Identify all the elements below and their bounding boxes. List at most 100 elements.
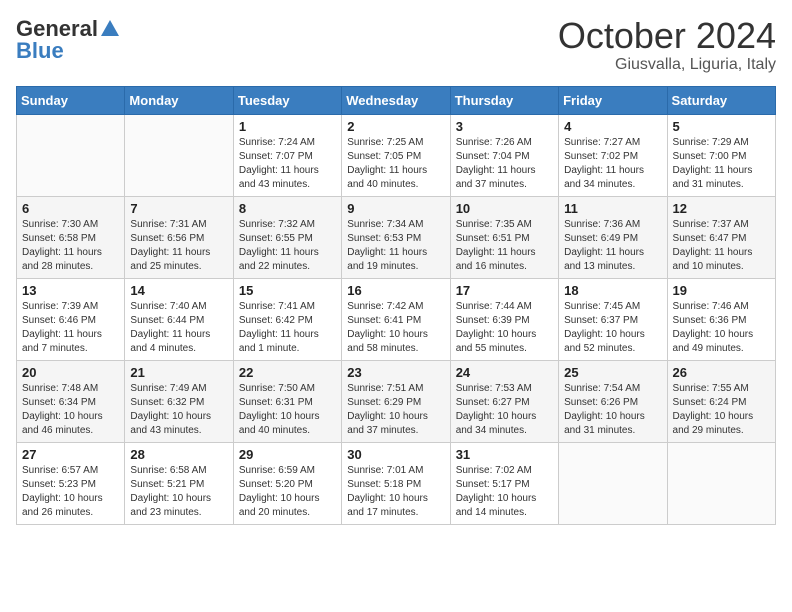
calendar-body: 1 Sunrise: 7:24 AM Sunset: 7:07 PM Dayli… <box>17 114 776 524</box>
cell-sunrise: Sunrise: 7:26 AM <box>456 137 532 148</box>
day-number: 31 <box>456 447 553 462</box>
day-number: 24 <box>456 365 553 380</box>
day-number: 3 <box>456 119 553 134</box>
cell-sunrise: Sunrise: 7:34 AM <box>347 219 423 230</box>
header-tuesday: Tuesday <box>233 86 341 114</box>
header-row: Sunday Monday Tuesday Wednesday Thursday… <box>17 86 776 114</box>
calendar-cell: 4 Sunrise: 7:27 AM Sunset: 7:02 PM Dayli… <box>559 114 667 196</box>
cell-sunset: Sunset: 6:44 PM <box>130 315 204 326</box>
header-sunday: Sunday <box>17 86 125 114</box>
cell-sunset: Sunset: 7:07 PM <box>239 151 313 162</box>
cell-daylight: Daylight: 10 hours and 31 minutes. <box>564 411 645 436</box>
cell-sunrise: Sunrise: 7:35 AM <box>456 219 532 230</box>
cell-daylight: Daylight: 11 hours and 4 minutes. <box>130 329 210 354</box>
calendar-cell: 27 Sunrise: 6:57 AM Sunset: 5:23 PM Dayl… <box>17 442 125 524</box>
cell-sunset: Sunset: 6:26 PM <box>564 397 638 408</box>
cell-sunrise: Sunrise: 7:55 AM <box>673 383 749 394</box>
cell-sunset: Sunset: 6:37 PM <box>564 315 638 326</box>
day-number: 25 <box>564 365 661 380</box>
calendar-cell: 14 Sunrise: 7:40 AM Sunset: 6:44 PM Dayl… <box>125 278 233 360</box>
calendar-cell <box>17 114 125 196</box>
calendar-cell <box>559 442 667 524</box>
cell-sunrise: Sunrise: 7:01 AM <box>347 465 423 476</box>
cell-sunrise: Sunrise: 7:25 AM <box>347 137 423 148</box>
cell-daylight: Daylight: 11 hours and 22 minutes. <box>239 247 319 272</box>
week-row-0: 1 Sunrise: 7:24 AM Sunset: 7:07 PM Dayli… <box>17 114 776 196</box>
cell-daylight: Daylight: 10 hours and 14 minutes. <box>456 493 537 518</box>
calendar-header: Sunday Monday Tuesday Wednesday Thursday… <box>17 86 776 114</box>
week-row-2: 13 Sunrise: 7:39 AM Sunset: 6:46 PM Dayl… <box>17 278 776 360</box>
cell-sunset: Sunset: 7:00 PM <box>673 151 747 162</box>
day-number: 2 <box>347 119 444 134</box>
cell-daylight: Daylight: 10 hours and 40 minutes. <box>239 411 320 436</box>
cell-sunset: Sunset: 6:49 PM <box>564 233 638 244</box>
cell-daylight: Daylight: 10 hours and 29 minutes. <box>673 411 754 436</box>
calendar-cell: 18 Sunrise: 7:45 AM Sunset: 6:37 PM Dayl… <box>559 278 667 360</box>
calendar-cell: 28 Sunrise: 6:58 AM Sunset: 5:21 PM Dayl… <box>125 442 233 524</box>
title-area: October 2024 Giusvalla, Liguria, Italy <box>558 16 776 74</box>
cell-sunset: Sunset: 6:41 PM <box>347 315 421 326</box>
header: General Blue October 2024 Giusvalla, Lig… <box>16 16 776 74</box>
location-title: Giusvalla, Liguria, Italy <box>558 56 776 74</box>
cell-sunrise: Sunrise: 7:37 AM <box>673 219 749 230</box>
day-number: 8 <box>239 201 336 216</box>
cell-sunset: Sunset: 6:31 PM <box>239 397 313 408</box>
calendar-cell: 11 Sunrise: 7:36 AM Sunset: 6:49 PM Dayl… <box>559 196 667 278</box>
week-row-4: 27 Sunrise: 6:57 AM Sunset: 5:23 PM Dayl… <box>17 442 776 524</box>
day-number: 30 <box>347 447 444 462</box>
cell-sunset: Sunset: 6:36 PM <box>673 315 747 326</box>
calendar-cell: 30 Sunrise: 7:01 AM Sunset: 5:18 PM Dayl… <box>342 442 450 524</box>
calendar-cell: 13 Sunrise: 7:39 AM Sunset: 6:46 PM Dayl… <box>17 278 125 360</box>
day-number: 22 <box>239 365 336 380</box>
day-number: 20 <box>22 365 119 380</box>
day-number: 15 <box>239 283 336 298</box>
calendar-cell: 3 Sunrise: 7:26 AM Sunset: 7:04 PM Dayli… <box>450 114 558 196</box>
cell-sunrise: Sunrise: 7:30 AM <box>22 219 98 230</box>
cell-sunrise: Sunrise: 7:41 AM <box>239 301 315 312</box>
cell-sunset: Sunset: 7:05 PM <box>347 151 421 162</box>
logo: General Blue <box>16 16 122 64</box>
cell-sunrise: Sunrise: 7:49 AM <box>130 383 206 394</box>
cell-sunrise: Sunrise: 7:40 AM <box>130 301 206 312</box>
day-number: 4 <box>564 119 661 134</box>
cell-daylight: Daylight: 10 hours and 26 minutes. <box>22 493 103 518</box>
cell-sunrise: Sunrise: 7:42 AM <box>347 301 423 312</box>
cell-sunset: Sunset: 6:56 PM <box>130 233 204 244</box>
day-number: 17 <box>456 283 553 298</box>
cell-sunrise: Sunrise: 6:58 AM <box>130 465 206 476</box>
day-number: 11 <box>564 201 661 216</box>
cell-sunrise: Sunrise: 7:24 AM <box>239 137 315 148</box>
cell-sunrise: Sunrise: 7:48 AM <box>22 383 98 394</box>
cell-daylight: Daylight: 10 hours and 55 minutes. <box>456 329 537 354</box>
day-number: 27 <box>22 447 119 462</box>
cell-sunset: Sunset: 6:55 PM <box>239 233 313 244</box>
calendar-table: Sunday Monday Tuesday Wednesday Thursday… <box>16 86 776 525</box>
cell-sunset: Sunset: 5:18 PM <box>347 479 421 490</box>
day-number: 10 <box>456 201 553 216</box>
cell-sunset: Sunset: 6:27 PM <box>456 397 530 408</box>
day-number: 21 <box>130 365 227 380</box>
cell-sunrise: Sunrise: 6:57 AM <box>22 465 98 476</box>
header-wednesday: Wednesday <box>342 86 450 114</box>
logo-icon <box>99 18 121 40</box>
calendar-cell: 9 Sunrise: 7:34 AM Sunset: 6:53 PM Dayli… <box>342 196 450 278</box>
calendar-cell: 31 Sunrise: 7:02 AM Sunset: 5:17 PM Dayl… <box>450 442 558 524</box>
cell-sunrise: Sunrise: 7:54 AM <box>564 383 640 394</box>
day-number: 13 <box>22 283 119 298</box>
cell-sunrise: Sunrise: 7:39 AM <box>22 301 98 312</box>
cell-daylight: Daylight: 10 hours and 23 minutes. <box>130 493 211 518</box>
calendar-cell: 20 Sunrise: 7:48 AM Sunset: 6:34 PM Dayl… <box>17 360 125 442</box>
cell-sunrise: Sunrise: 7:27 AM <box>564 137 640 148</box>
day-number: 1 <box>239 119 336 134</box>
cell-daylight: Daylight: 11 hours and 37 minutes. <box>456 165 536 190</box>
header-saturday: Saturday <box>667 86 775 114</box>
cell-sunset: Sunset: 5:20 PM <box>239 479 313 490</box>
cell-sunset: Sunset: 6:58 PM <box>22 233 96 244</box>
cell-sunset: Sunset: 6:51 PM <box>456 233 530 244</box>
calendar-cell: 7 Sunrise: 7:31 AM Sunset: 6:56 PM Dayli… <box>125 196 233 278</box>
calendar-cell: 1 Sunrise: 7:24 AM Sunset: 7:07 PM Dayli… <box>233 114 341 196</box>
cell-daylight: Daylight: 10 hours and 37 minutes. <box>347 411 428 436</box>
cell-sunset: Sunset: 5:23 PM <box>22 479 96 490</box>
cell-sunset: Sunset: 6:34 PM <box>22 397 96 408</box>
cell-sunset: Sunset: 6:46 PM <box>22 315 96 326</box>
